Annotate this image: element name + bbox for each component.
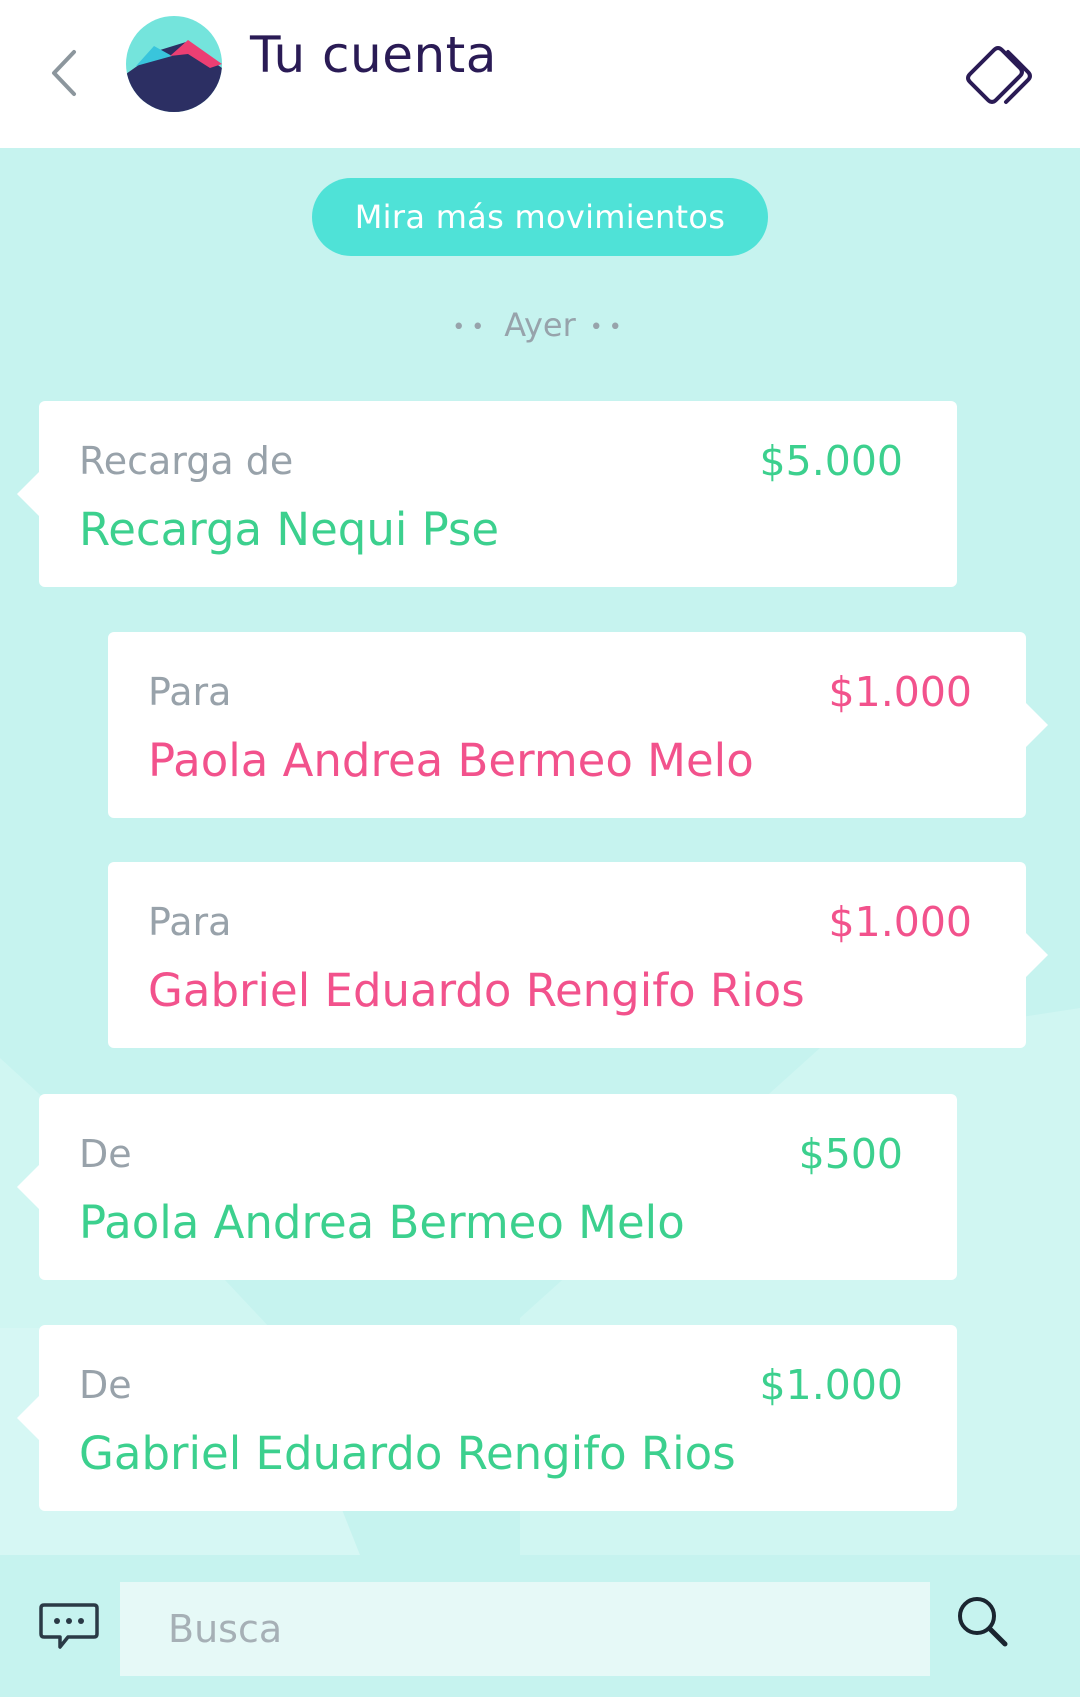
transaction-name: Gabriel Eduardo Rengifo Rios [79, 1427, 736, 1480]
transaction-label: Para [148, 670, 232, 714]
account-logo [126, 16, 222, 112]
switch-card-button[interactable] [964, 44, 1036, 106]
chat-bubble-icon [39, 1603, 99, 1649]
chat-button[interactable] [38, 1601, 100, 1653]
transaction-label: Para [148, 900, 232, 944]
transaction-name: Paola Andrea Bermeo Melo [148, 734, 754, 787]
cards-swap-icon [966, 46, 1032, 104]
transaction-amount: $1.000 [828, 898, 972, 946]
page-title: Tu cuenta [250, 26, 497, 84]
app-header: Tu cuenta [0, 0, 1080, 148]
transaction-label: De [79, 1363, 132, 1407]
more-movements-button[interactable]: Mira más movimientos [312, 178, 768, 256]
date-separator: •• Ayer •• [0, 306, 1080, 344]
transaction-bubble[interactable]: De $1.000 Gabriel Eduardo Rengifo Rios [17, 1325, 957, 1511]
transaction-name: Paola Andrea Bermeo Melo [79, 1196, 685, 1249]
transaction-bubble[interactable]: De $500 Paola Andrea Bermeo Melo [17, 1094, 957, 1280]
transaction-name: Recarga Nequi Pse [79, 503, 500, 556]
search-bar [0, 1555, 1080, 1697]
transaction-bubble[interactable]: Para $1.000 Paola Andrea Bermeo Melo [108, 632, 1048, 818]
transaction-bubble[interactable]: Para $1.000 Gabriel Eduardo Rengifo Rios [108, 862, 1048, 1048]
back-button[interactable] [44, 48, 84, 98]
transaction-amount: $500 [798, 1130, 903, 1178]
transaction-label: Recarga de [79, 439, 294, 483]
chevron-left-icon [52, 50, 76, 96]
transaction-amount: $1.000 [759, 1361, 903, 1409]
search-icon [958, 1597, 1008, 1647]
date-label: Ayer [504, 306, 576, 344]
search-input[interactable] [120, 1582, 930, 1676]
mountain-logo-icon [126, 16, 222, 112]
transaction-name: Gabriel Eduardo Rengifo Rios [148, 964, 805, 1017]
search-button[interactable] [954, 1593, 1010, 1649]
separator-dots-left: •• [452, 314, 491, 340]
transaction-bubble[interactable]: Recarga de $5.000 Recarga Nequi Pse [17, 401, 957, 587]
movements-feed[interactable]: Mira más movimientos •• Ayer •• Recarga de… [0, 148, 1080, 1555]
transaction-amount: $1.000 [828, 668, 972, 716]
transaction-label: De [79, 1132, 132, 1176]
separator-dots-right: •• [589, 314, 628, 340]
transaction-amount: $5.000 [759, 437, 903, 485]
